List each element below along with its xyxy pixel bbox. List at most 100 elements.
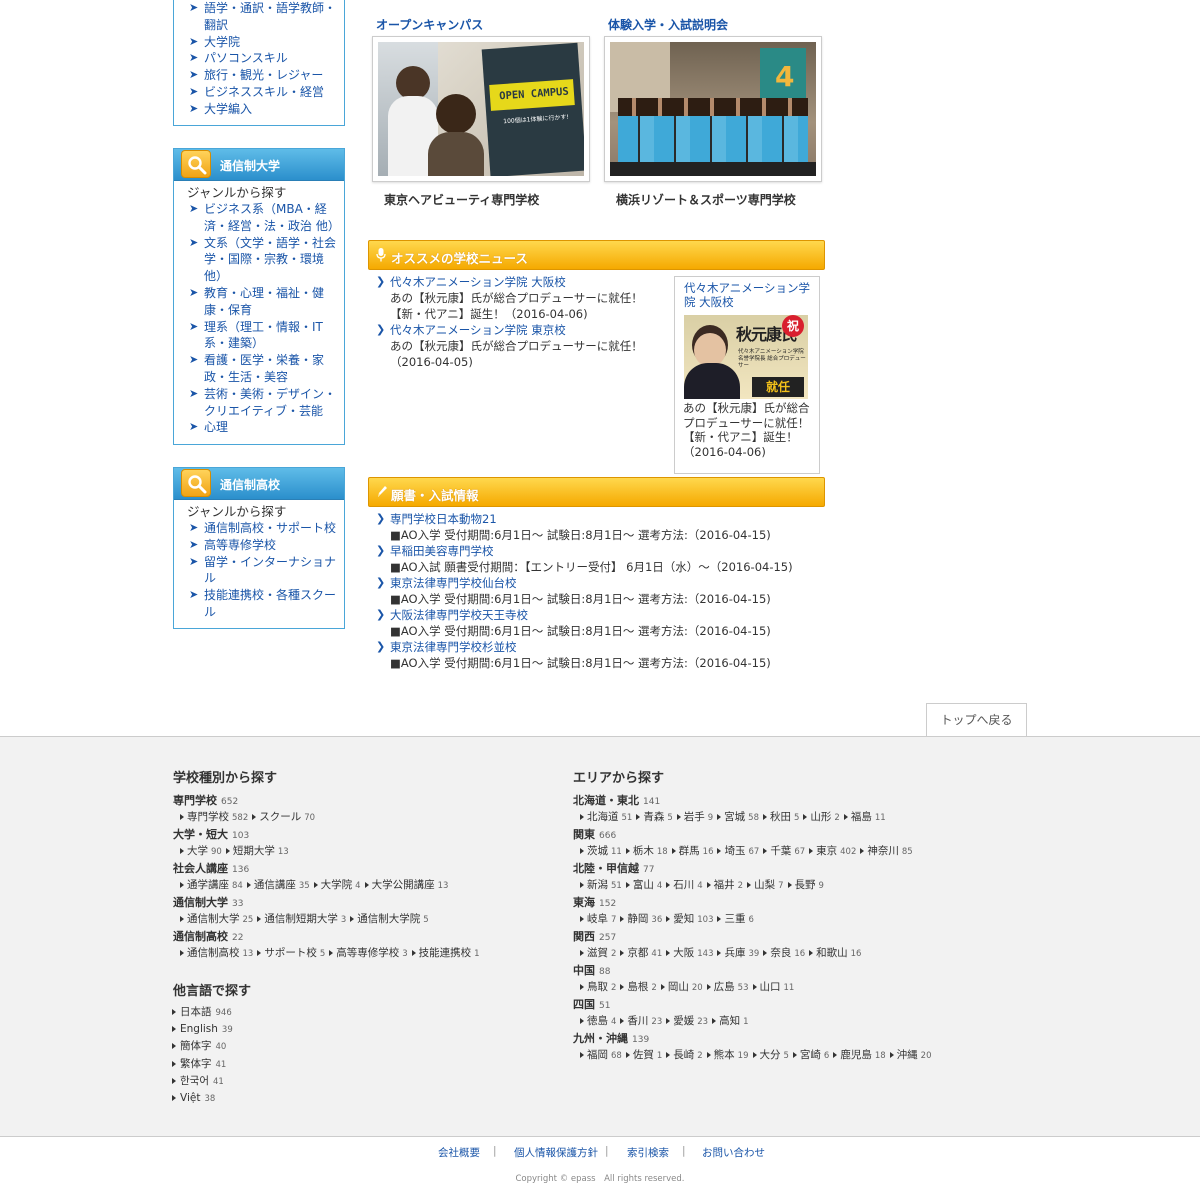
sidebar-genre-item[interactable]: ➤ 語学・通訳・語学教師・翻訳 (188, 0, 340, 34)
trial-admission-card[interactable]: 4 (604, 36, 822, 182)
sidebar-genre-label[interactable]: 旅行・観光・レジャー (204, 68, 323, 82)
footer-subcategory-link[interactable]: 通信制大学 25 (180, 913, 253, 925)
footer-subcategory-name[interactable]: 専門学校 (187, 811, 229, 823)
footer-subcategory-link[interactable]: 沖縄 20 (889, 1049, 932, 1061)
footer-subcategory-link[interactable]: 奈良 16 (763, 947, 805, 959)
footer-subcategory-name[interactable]: 奈良 (770, 947, 791, 959)
sidebar-genre-item[interactable]: ➤ 留学・インターナショナル (188, 554, 340, 588)
footer-subcategory-link[interactable]: 和歌山 16 (809, 947, 861, 959)
footer-subcategory-name[interactable]: 静岡 (627, 913, 648, 925)
footer-subcategory-link[interactable]: 東京 402 (809, 845, 856, 857)
footer-subcategory-name[interactable]: 山梨 (754, 879, 775, 891)
news-item-school[interactable]: 早稲田美容専門学校 (390, 543, 826, 559)
footer-subcategory-link[interactable]: 大学 90 (180, 845, 222, 857)
footer-language-link[interactable]: Việt 38 (172, 1090, 233, 1107)
sidebar-genre-item[interactable]: ➤ 文系（文学・語学・社会学・国際・宗教・環境 他） (188, 235, 340, 285)
footer-category-name[interactable]: 通信制高校 (173, 930, 228, 943)
sidebar-genre-item[interactable]: ➤ 看護・医学・栄養・家政・生活・美容 (188, 352, 340, 386)
footer-subcategory-link[interactable]: 福岡 68 (580, 1049, 622, 1061)
footer-subcategory-name[interactable]: 山形 (810, 811, 831, 823)
sidebar-genre-label[interactable]: 理系（理工・情報・IT系・建築） (204, 320, 323, 351)
footer-subcategory-link[interactable]: 滋賀 2 (580, 947, 616, 959)
sidebar-genre-label[interactable]: 大学編入 (204, 102, 252, 116)
footer-subcategory-name[interactable]: 宮崎 (800, 1049, 821, 1061)
footer-subcategory-name[interactable]: 石川 (673, 879, 694, 891)
footer-language-link[interactable]: 繁体字 41 (172, 1056, 233, 1073)
footer-subcategory-name[interactable]: 富山 (633, 879, 654, 891)
footer-subcategory-name[interactable]: 三重 (724, 913, 745, 925)
footer-subcategory-name[interactable]: 大分 (760, 1049, 781, 1061)
footer-language-name[interactable]: Việt (180, 1092, 200, 1104)
news-feature-card[interactable]: 代々木アニメーション学院 大阪校 秋元康氏 祝 代々木アニメーション学院 名誉学… (674, 276, 820, 474)
footer-subcategory-name[interactable]: 徳島 (587, 1015, 608, 1027)
footer-subcategory-name[interactable]: 秋田 (770, 811, 791, 823)
footer-language-name[interactable]: 簡体字 (180, 1040, 212, 1052)
sidebar-genre-label[interactable]: ビジネススキル・経営 (204, 85, 324, 99)
footer-subcategory-name[interactable]: 神奈川 (867, 845, 899, 857)
sidebar-genre-label[interactable]: 高等専修学校 (204, 538, 276, 552)
footer-subcategory-link[interactable]: 三重 6 (717, 913, 754, 925)
footer-subcategory-name[interactable]: 通信制大学 (187, 913, 240, 925)
footer-subcategory-link[interactable]: 高等専修学校 3 (329, 947, 408, 959)
footer-subcategory-link[interactable]: 岡山 20 (660, 981, 703, 993)
sidebar-genre-label[interactable]: 語学・通訳・語学教師・翻訳 (204, 1, 336, 32)
footer-subcategory-name[interactable]: 短期大学 (233, 845, 275, 857)
footer-subcategory-name[interactable]: 茨城 (587, 845, 608, 857)
footer-subcategory-name[interactable]: 岡山 (668, 981, 689, 993)
footer-subcategory-link[interactable]: 富山 4 (625, 879, 662, 891)
footer-subcategory-link[interactable]: 通信制短期大学 3 (257, 913, 346, 925)
footer-subcategory-name[interactable]: 技能連携校 (419, 947, 472, 959)
sidebar-genre-item[interactable]: ➤ 旅行・観光・レジャー (188, 67, 340, 84)
news-item-school[interactable]: 専門学校日本動物21 (390, 511, 826, 527)
footer-subcategory-link[interactable]: スクール 70 (252, 811, 315, 823)
footer-language-name[interactable]: 한국어 (180, 1075, 209, 1087)
footer-subcategory-name[interactable]: 京都 (627, 947, 648, 959)
footer-language-name[interactable]: 日本語 (180, 1006, 212, 1018)
footer-subcategory-name[interactable]: 長崎 (673, 1049, 694, 1061)
footer-subcategory-name[interactable]: 和歌山 (816, 947, 848, 959)
footer-link-privacy[interactable]: 個人情報保護方針 (514, 1145, 598, 1160)
sidebar-genre-label[interactable]: 心理 (204, 420, 228, 434)
footer-subcategory-link[interactable]: 北海道 51 (580, 811, 632, 823)
footer-language-link[interactable]: English 39 (172, 1021, 233, 1038)
sidebar-genre-label[interactable]: 文系（文学・語学・社会学・国際・宗教・環境 他） (204, 236, 336, 284)
footer-subcategory-name[interactable]: 岩手 (684, 811, 705, 823)
footer-subcategory-link[interactable]: 京都 41 (620, 947, 662, 959)
footer-subcategory-name[interactable]: 長野 (795, 879, 816, 891)
footer-subcategory-name[interactable]: 大学院 (321, 879, 353, 891)
footer-subcategory-name[interactable]: 通学講座 (187, 879, 229, 891)
footer-subcategory-name[interactable]: 新潟 (587, 879, 608, 891)
footer-subcategory-link[interactable]: 栃木 18 (625, 845, 668, 857)
footer-link-contact[interactable]: お問い合わせ (702, 1145, 765, 1160)
footer-subcategory-name[interactable]: 通信制大学院 (357, 913, 420, 925)
sidebar-genre-item[interactable]: ➤ 高等専修学校 (188, 537, 340, 554)
footer-subcategory-name[interactable]: 埼玉 (724, 845, 745, 857)
footer-subcategory-link[interactable]: 岩手 9 (676, 811, 713, 823)
sidebar-genre-label[interactable]: 留学・インターナショナル (204, 555, 336, 586)
footer-subcategory-link[interactable]: 青森 5 (636, 811, 673, 823)
footer-subcategory-link[interactable]: 鹿児島 18 (833, 1049, 886, 1061)
news-item-school[interactable]: 代々木アニメーション学院 東京校 (390, 322, 666, 338)
news-item-school[interactable]: 代々木アニメーション学院 大阪校 (390, 274, 666, 290)
sidebar-genre-label[interactable]: 通信制高校・サポート校 (204, 521, 336, 535)
footer-subcategory-link[interactable]: 通学講座 84 (180, 879, 243, 891)
footer-category-name[interactable]: 四国 (573, 998, 595, 1011)
open-campus-school-name[interactable]: 東京ヘアビューティ専門学校 (384, 191, 539, 208)
footer-subcategory-name[interactable]: 山口 (760, 981, 781, 993)
footer-subcategory-name[interactable]: 沖縄 (897, 1049, 918, 1061)
footer-language-link[interactable]: 한국어 41 (172, 1073, 233, 1090)
footer-subcategory-link[interactable]: 大阪 143 (666, 947, 713, 959)
sidebar-genre-item[interactable]: ➤ 技能連携校・各種スクール (188, 587, 340, 621)
footer-subcategory-link[interactable]: 静岡 36 (620, 913, 662, 925)
footer-subcategory-link[interactable]: 山形 2 (803, 811, 840, 823)
footer-subcategory-link[interactable]: 宮城 58 (717, 811, 759, 823)
footer-subcategory-name[interactable]: 愛媛 (673, 1015, 694, 1027)
sidebar-genre-item[interactable]: ➤ ビジネススキル・経営 (188, 84, 340, 101)
footer-subcategory-name[interactable]: 鹿児島 (840, 1049, 872, 1061)
footer-subcategory-link[interactable]: 技能連携校 1 (411, 947, 480, 959)
footer-subcategory-name[interactable]: 大学公開講座 (372, 879, 435, 891)
footer-subcategory-name[interactable]: 高知 (719, 1015, 740, 1027)
footer-subcategory-link[interactable]: 大分 5 (752, 1049, 789, 1061)
footer-subcategory-link[interactable]: 通信制高校 13 (180, 947, 253, 959)
sidebar-genre-label[interactable]: パソコンスキル (204, 51, 288, 65)
